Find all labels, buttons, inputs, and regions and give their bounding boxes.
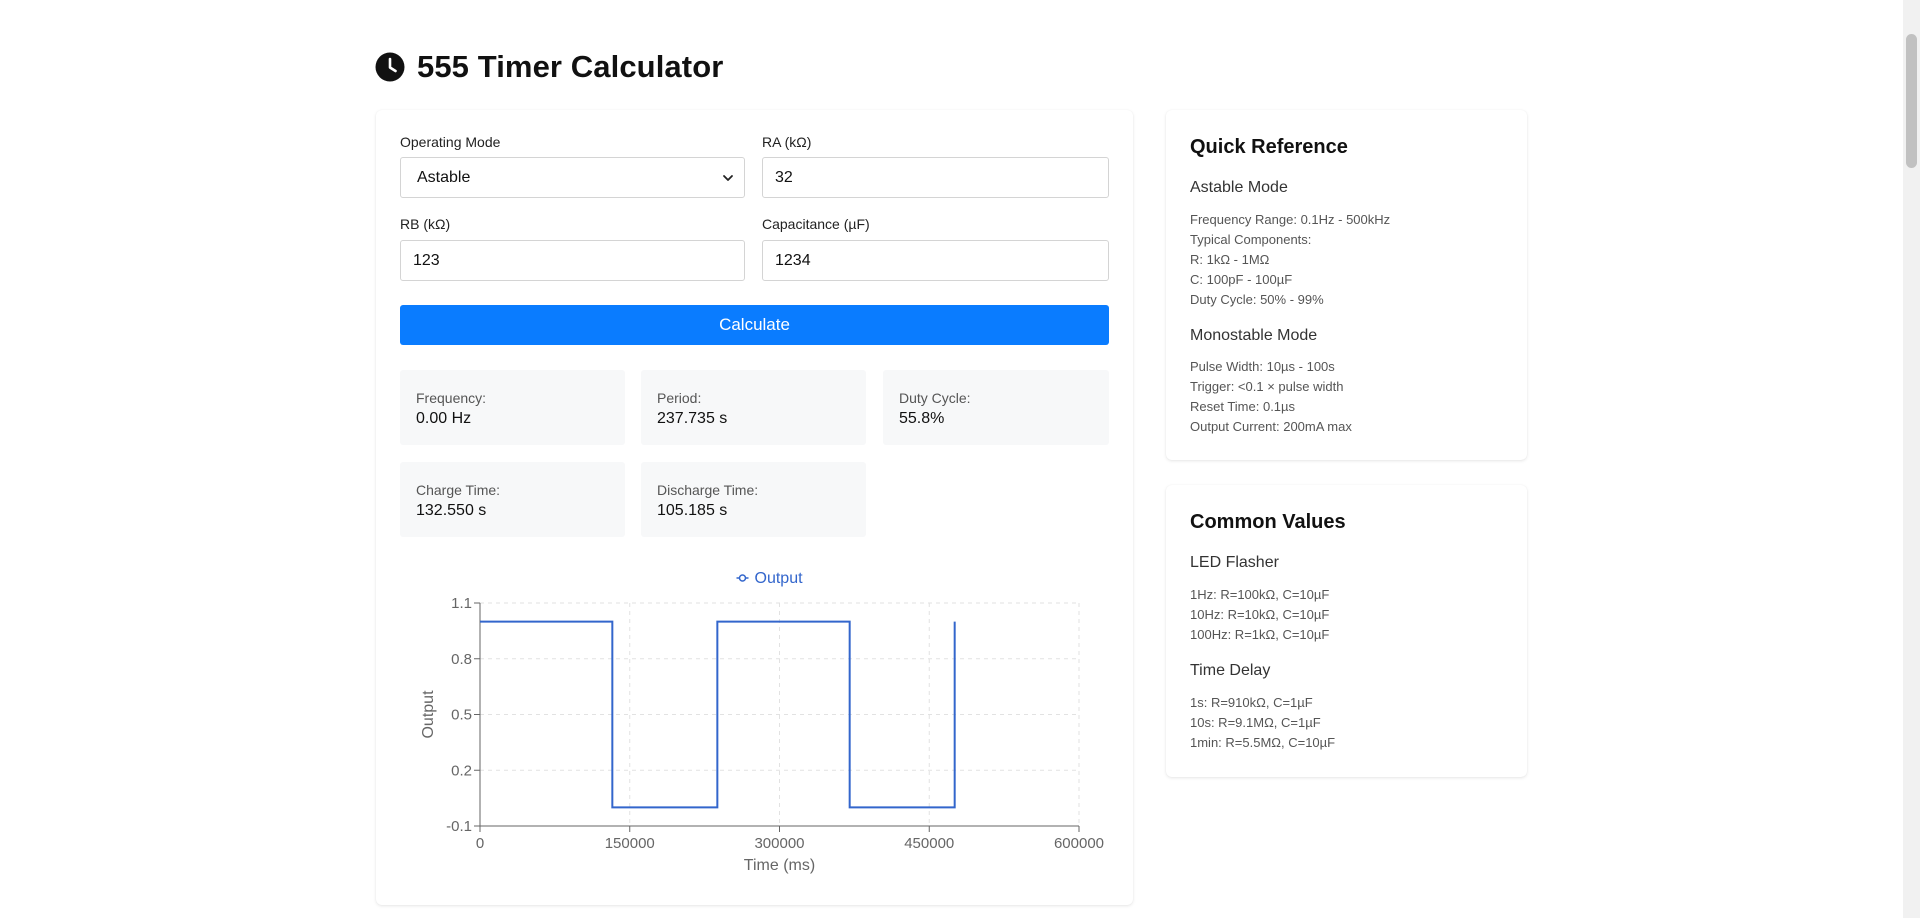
list-item: 100Hz: R=1kΩ, C=10µF: [1190, 627, 1330, 642]
frequency-result: Frequency: 0.00 Hz: [400, 370, 625, 445]
list-item: C: 100pF - 100µF: [1190, 272, 1293, 287]
scrollbar-track[interactable]: [1903, 0, 1920, 918]
page-header: 555 Timer Calculator: [375, 46, 723, 88]
list-item: 1s: R=910kΩ, C=1µF: [1190, 695, 1313, 710]
discharge-time-label: Discharge Time:: [657, 482, 759, 498]
charge-time-value: 132.550 s: [416, 502, 487, 519]
period-result: Period: 237.735 s: [641, 370, 866, 445]
astable-mode-details: Frequency Range: 0.1Hz - 500kHz Typical …: [1190, 210, 1390, 310]
duty-cycle-value: 55.8%: [899, 410, 945, 427]
period-value: 237.735 s: [657, 410, 728, 427]
y-tick-label: 1.1: [451, 595, 472, 612]
frequency-label: Frequency:: [416, 390, 487, 406]
list-item: 10s: R=9.1MΩ, C=1µF: [1190, 715, 1321, 730]
discharge-time-value: 105.185 s: [657, 502, 728, 519]
list-item: Pulse Width: 10µs - 100s: [1190, 359, 1335, 374]
x-tick-label: 450000: [904, 835, 954, 852]
chevron-down-icon: [723, 174, 733, 181]
rb-input-value: 123: [413, 251, 440, 269]
led-flasher-heading: LED Flasher: [1190, 554, 1279, 571]
duty-cycle-label: Duty Cycle:: [899, 390, 971, 406]
list-item: Reset Time: 0.1µs: [1190, 399, 1296, 414]
period-label: Period:: [657, 390, 702, 406]
ra-input-value: 32: [775, 168, 793, 186]
x-tick-label: 600000: [1054, 835, 1104, 852]
clock-icon: [375, 52, 405, 82]
list-item: 10Hz: R=10kΩ, C=10µF: [1190, 607, 1330, 622]
x-axis-title: Time (ms): [744, 857, 815, 874]
x-tick-label: 0: [476, 835, 484, 852]
calculate-button[interactable]: Calculate: [400, 305, 1109, 345]
legend-label: Output: [755, 570, 804, 587]
list-item: Duty Cycle: 50% - 99%: [1190, 292, 1324, 307]
operating-mode-label: Operating Mode: [400, 134, 501, 150]
list-item: Frequency Range: 0.1Hz - 500kHz: [1190, 212, 1391, 227]
monostable-mode-details: Pulse Width: 10µs - 100s Trigger: <0.1 ×…: [1190, 357, 1352, 437]
quick-reference-card: Quick Reference Astable Mode Frequency R…: [1166, 110, 1527, 460]
charge-time-result: Charge Time: 132.550 s: [400, 462, 625, 537]
list-item: R: 1kΩ - 1MΩ: [1190, 252, 1270, 267]
common-values-card: Common Values LED Flasher 1Hz: R=100kΩ, …: [1166, 485, 1527, 777]
list-item: Trigger: <0.1 × pulse width: [1190, 379, 1344, 394]
rb-input[interactable]: 123: [400, 240, 745, 281]
output-waveform-chart: -0.1 0.2 0.5 0.8 1.1 0 150000 300000 450000 60000…: [420, 570, 1104, 874]
legend-marker-point: [738, 574, 747, 582]
time-delay-details: 1s: R=910kΩ, C=1µF 10s: R=9.1MΩ, C=1µF 1…: [1190, 693, 1335, 753]
page-title: 555 Timer Calculator: [417, 49, 724, 84]
y-tick-label: -0.1: [446, 818, 472, 835]
rb-label: RB (kΩ): [400, 216, 451, 232]
common-values-title: Common Values: [1190, 511, 1346, 533]
x-tick-label: 150000: [605, 835, 655, 852]
scrollbar-thumb[interactable]: [1906, 34, 1917, 168]
capacitance-label: Capacitance (µF): [762, 216, 870, 232]
time-delay-heading: Time Delay: [1190, 662, 1271, 679]
operating-mode-select[interactable]: Astable: [400, 157, 745, 198]
astable-mode-heading: Astable Mode: [1190, 179, 1288, 196]
y-tick-label: 0.8: [451, 651, 472, 668]
capacitance-input[interactable]: 1234: [762, 240, 1109, 281]
led-flasher-details: 1Hz: R=100kΩ, C=10µF 10Hz: R=10kΩ, C=10µ…: [1190, 585, 1329, 645]
list-item: 1min: R=5.5MΩ, C=10µF: [1190, 735, 1336, 750]
ra-label: RA (kΩ): [762, 134, 812, 150]
monostable-mode-heading: Monostable Mode: [1190, 327, 1318, 344]
charge-time-label: Charge Time:: [416, 482, 501, 498]
list-item: Output Current: 200mA max: [1190, 419, 1352, 434]
operating-mode-value: Astable: [417, 168, 471, 186]
ra-input[interactable]: 32: [762, 157, 1109, 198]
capacitance-input-value: 1234: [775, 251, 811, 269]
quick-reference-title: Quick Reference: [1190, 136, 1348, 158]
list-item: 1Hz: R=100kΩ, C=10µF: [1190, 587, 1330, 602]
x-tick-label: 300000: [754, 835, 804, 852]
duty-cycle-result: Duty Cycle: 55.8%: [883, 370, 1109, 445]
y-tick-label: 0.2: [451, 762, 472, 779]
list-item: Typical Components:: [1190, 232, 1312, 247]
discharge-time-result: Discharge Time: 105.185 s: [641, 462, 866, 537]
y-axis-title: Output: [420, 690, 437, 739]
frequency-value: 0.00 Hz: [416, 410, 472, 427]
y-tick-label: 0.5: [451, 707, 472, 724]
